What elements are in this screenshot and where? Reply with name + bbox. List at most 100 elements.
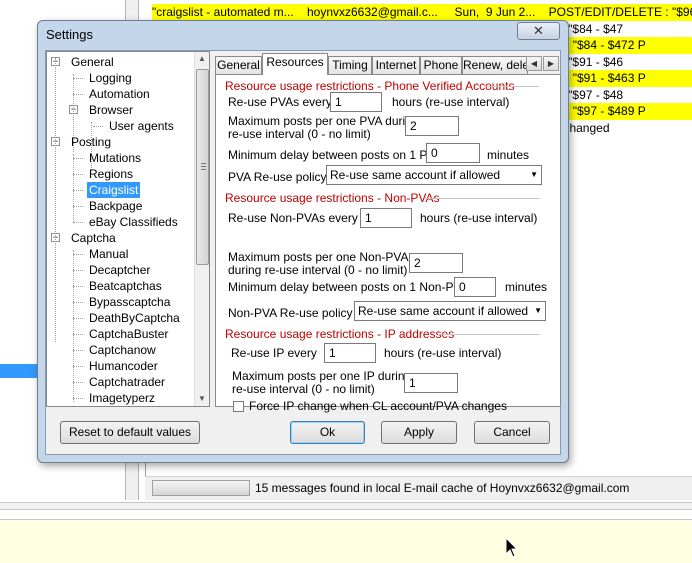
pva-reuse-input[interactable]: [330, 92, 382, 112]
tree-item-bypasscaptcha[interactable]: Bypasscaptcha: [87, 294, 172, 310]
pva-policy-label: PVA Re-use policy: [228, 170, 327, 184]
nonpva-delay-suffix: minutes: [505, 280, 548, 294]
tree-connector: [73, 154, 74, 222]
tree-connector: [73, 334, 83, 335]
tab-phone[interactable]: Phone: [420, 56, 462, 75]
nonpva-policy-label: Non-PVA Re-use policy: [228, 306, 353, 320]
tab-internet[interactable]: Internet: [372, 56, 420, 75]
force-ip-change-label: Force IP change when CL account/PVA chan…: [249, 399, 507, 413]
settings-tabs: General Resources Timing Internet Phone …: [215, 53, 561, 75]
nonpva-max-label-2: during re-use interval (0 - no limit): [228, 263, 408, 277]
pva-policy-value: Re-use same account if allowed: [330, 168, 501, 182]
tree-connector: [73, 174, 83, 175]
scroll-up-icon[interactable]: ▲: [195, 52, 209, 66]
reset-defaults-button[interactable]: Reset to default values: [60, 421, 200, 444]
tree-connector: [73, 190, 83, 191]
tab-general[interactable]: General: [215, 56, 262, 75]
tree-connector: [73, 286, 83, 287]
group-rule: [438, 334, 540, 335]
tree-item-mutations[interactable]: Mutations: [87, 150, 143, 166]
dialog-title: Settings: [46, 27, 93, 42]
resources-panel: Resource usage restrictions - Phone Veri…: [215, 74, 561, 413]
tree-item-beatcaptchas[interactable]: Beatcaptchas: [87, 278, 164, 294]
tree-item-imagetyperz[interactable]: Imagetyperz: [87, 390, 157, 406]
tree-item-manual[interactable]: Manual: [87, 246, 130, 262]
pva-reuse-label: Re-use PVAs every: [228, 95, 332, 109]
nonpva-policy-select[interactable]: Re-use same account if allowed ▼: [354, 301, 546, 321]
tree-item-captchabuster[interactable]: CaptchaBuster: [87, 326, 170, 342]
pva-group-title: Resource usage restrictions - Phone Veri…: [225, 79, 515, 93]
ip-max-posts-input[interactable]: [404, 373, 458, 393]
nonpva-delay-input[interactable]: [454, 277, 496, 297]
tab-scroll-buttons: ◀ ▶: [526, 56, 560, 72]
background-separator-2: [0, 510, 692, 520]
nonpva-reuse-suffix: hours (re-use interval): [420, 211, 538, 225]
tree-item-ebay-classifieds[interactable]: eBay Classifieds: [87, 214, 180, 230]
nonpva-group-title: Resource usage restrictions - Non-PVAs: [225, 191, 440, 205]
tree-connector: [73, 382, 83, 383]
background-separator: [0, 502, 692, 510]
tab-timing[interactable]: Timing: [328, 56, 372, 75]
tree-item-automation[interactable]: Automation: [87, 86, 152, 102]
tab-scroll-right-icon[interactable]: ▶: [543, 56, 559, 71]
tree-item-captcha[interactable]: Captcha: [69, 230, 118, 246]
tree-item-backpage[interactable]: Backpage: [87, 198, 144, 214]
tree-item-humancoder[interactable]: Humancoder: [87, 358, 160, 374]
background-selected-row[interactable]: [0, 364, 42, 378]
tree-item-craigslist[interactable]: Craigslist: [87, 182, 141, 198]
apply-button[interactable]: Apply: [381, 421, 457, 444]
tree-scroll-thumb[interactable]: [196, 69, 209, 265]
tree-connector: [73, 366, 83, 367]
nonpva-reuse-input[interactable]: [360, 208, 412, 228]
tab-renew-delete[interactable]: Renew, dele: [462, 56, 528, 75]
tree-connector: [73, 94, 83, 95]
log-row[interactable]: "craigslist - automated m... hoynvxz6632…: [152, 4, 692, 21]
ok-button[interactable]: Ok: [290, 421, 365, 444]
pva-reuse-suffix: hours (re-use interval): [392, 95, 510, 109]
ip-group-title: Resource usage restrictions - IP address…: [225, 327, 455, 341]
pva-max-posts-input[interactable]: [405, 116, 459, 136]
tree-item-deathbycaptcha[interactable]: DeathByCaptcha: [87, 310, 182, 326]
ip-reuse-input[interactable]: [324, 343, 376, 363]
tree-connector: [73, 270, 83, 271]
status-progress-bar: [152, 480, 250, 496]
tree-item-decaptcher[interactable]: Decaptcher: [87, 262, 152, 278]
grip-line: [201, 163, 206, 164]
tree-connector: [73, 222, 83, 223]
ip-max-label-2: re-use interval (0 - no limit): [232, 382, 375, 396]
settings-tree[interactable]: − − − − General Logging Automation Browser User…: [46, 51, 210, 407]
tree-item-captchanow[interactable]: Captchanow: [87, 342, 158, 358]
grip-line: [201, 169, 206, 170]
close-button[interactable]: ✕: [517, 22, 560, 40]
status-text: 15 messages found in local E-mail cache …: [255, 481, 630, 495]
tree-item-posting[interactable]: Posting: [69, 134, 113, 150]
tab-scroll-left-icon[interactable]: ◀: [526, 56, 542, 71]
group-rule: [425, 198, 540, 199]
tree-connector: [73, 78, 83, 79]
force-ip-change-checkbox[interactable]: [233, 401, 244, 412]
nonpva-policy-value: Re-use same account if allowed: [358, 304, 529, 318]
tree-connector: [73, 350, 83, 351]
cancel-button[interactable]: Cancel: [474, 421, 550, 444]
ip-reuse-suffix: hours (re-use interval): [384, 346, 502, 360]
nonpva-max-posts-input[interactable]: [409, 253, 463, 273]
close-icon: ✕: [533, 23, 544, 38]
scroll-down-icon[interactable]: ▼: [195, 392, 209, 406]
tree-scrollbar[interactable]: ▲ ▼: [194, 52, 209, 406]
tree-item-captchatrader[interactable]: Captchatrader: [87, 374, 167, 390]
tree-item-browser[interactable]: Browser: [87, 102, 135, 118]
tab-resources[interactable]: Resources: [262, 53, 328, 75]
chevron-down-icon: ▼: [534, 306, 542, 315]
tree-connector: [73, 318, 83, 319]
pva-policy-select[interactable]: Re-use same account if allowed ▼: [326, 165, 542, 185]
nonpva-reuse-label: Re-use Non-PVAs every: [228, 211, 358, 225]
tree-connector: [73, 250, 74, 402]
tree-item-logging[interactable]: Logging: [87, 70, 134, 86]
tree-item-regions[interactable]: Regions: [87, 166, 135, 182]
tree-item-user-agents[interactable]: User agents: [107, 118, 176, 134]
pva-delay-input[interactable]: [426, 143, 480, 163]
tree-connector: [73, 254, 83, 255]
pva-max-label-2: re-use interval (0 - no limit): [228, 127, 371, 141]
tree-item-general[interactable]: General: [69, 54, 116, 70]
ip-reuse-label: Re-use IP every: [231, 346, 317, 360]
